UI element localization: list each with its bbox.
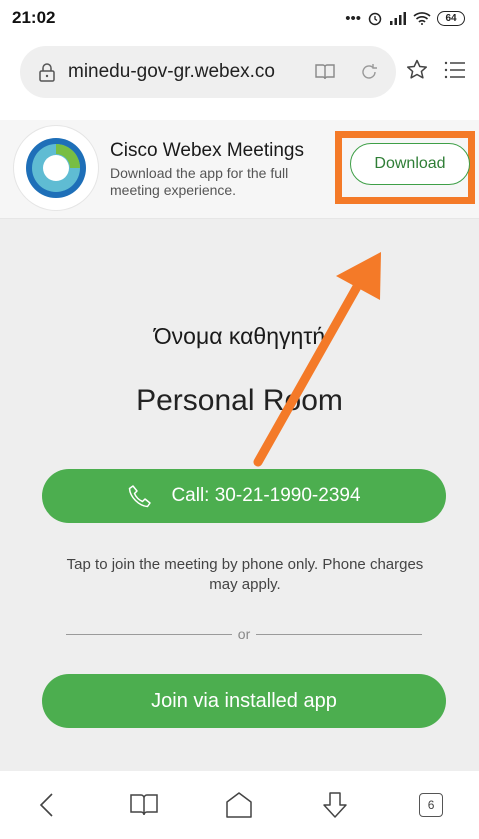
reader-mode-button[interactable]	[310, 57, 340, 87]
back-button[interactable]	[20, 777, 76, 833]
reload-icon	[362, 64, 377, 79]
back-icon	[39, 793, 53, 817]
or-label: or	[237, 626, 251, 642]
call-info-text: Tap to join the meeting by phone only. P…	[66, 556, 424, 593]
address-bar[interactable]: minedu-gov-gr.webex.co	[20, 46, 396, 98]
url-text[interactable]: minedu-gov-gr.webex.co	[68, 61, 310, 83]
wifi-icon	[413, 12, 431, 25]
host-name: Όνομα καθηγητή	[153, 323, 326, 349]
room-title: Personal Room	[136, 384, 343, 417]
tabs-icon: 6	[419, 793, 444, 817]
call-label: Call: 30-21-1990-2394	[171, 485, 361, 506]
join-app-button[interactable]: Join via installed app	[42, 674, 446, 728]
status-bar: 21:02 ••• 64	[0, 0, 479, 36]
browser-nav-bar: 6	[0, 771, 479, 839]
reader-icon	[315, 64, 335, 80]
signal-icon	[390, 12, 406, 25]
status-time: 21:02	[12, 8, 56, 27]
toolbar-actions	[405, 58, 467, 82]
downloads-icon	[323, 792, 348, 818]
browser-toolbar: minedu-gov-gr.webex.co	[0, 36, 479, 114]
meeting-panel: Όνομα καθηγητή Personal Room Call: 30-21…	[0, 219, 479, 771]
alarm-icon	[368, 12, 382, 26]
tabs-button[interactable]: 6	[403, 777, 459, 833]
phone-icon	[129, 485, 152, 508]
status-icons: ••• 64	[345, 10, 465, 27]
battery-indicator: 64	[437, 10, 465, 26]
app-description: Download the app for the full meeting ex…	[110, 165, 289, 198]
app-name: Cisco Webex Meetings	[110, 140, 304, 161]
reload-button[interactable]	[354, 57, 384, 87]
lock-icon	[39, 63, 55, 82]
home-button[interactable]	[211, 777, 267, 833]
or-divider: or	[66, 626, 423, 642]
home-icon	[226, 792, 253, 818]
menu-icon[interactable]	[443, 58, 467, 82]
divider-line-right	[256, 633, 423, 635]
webex-logo-icon	[14, 126, 98, 210]
download-button[interactable]: Download	[350, 143, 470, 185]
bookmarks-icon	[129, 794, 158, 816]
star-icon[interactable]	[405, 58, 429, 82]
more-dots-icon: •••	[345, 9, 361, 27]
app-install-banner: Cisco Webex Meetings Download the app fo…	[0, 120, 479, 219]
downloads-button[interactable]	[307, 777, 363, 833]
divider-line-left	[66, 633, 232, 635]
bookmarks-button[interactable]	[116, 777, 172, 833]
call-button[interactable]: Call: 30-21-1990-2394	[42, 469, 446, 523]
